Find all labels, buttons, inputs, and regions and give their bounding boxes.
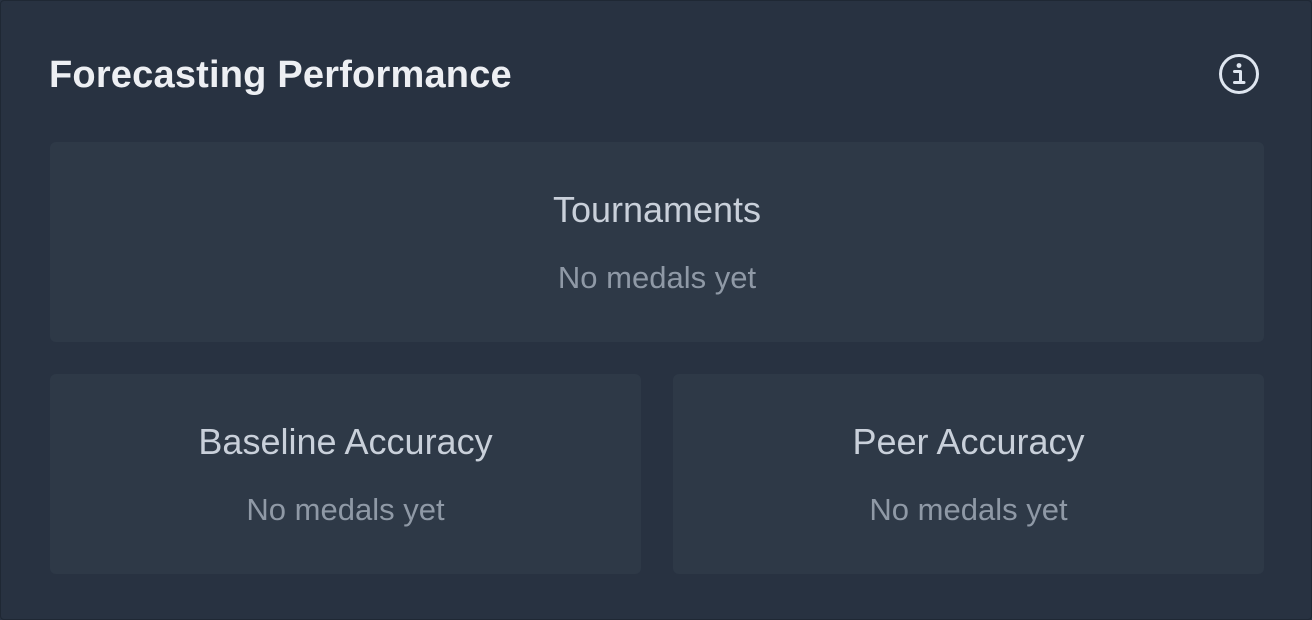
info-button[interactable]	[1217, 52, 1261, 96]
baseline-accuracy-medals-status: No medals yet	[246, 492, 445, 527]
forecasting-performance-panel: Forecasting Performance Tournaments No m…	[0, 0, 1312, 620]
info-circle-icon	[1219, 54, 1259, 94]
peer-accuracy-card: Peer Accuracy No medals yet	[673, 374, 1264, 574]
peer-accuracy-heading: Peer Accuracy	[852, 421, 1085, 462]
peer-accuracy-medals-status: No medals yet	[869, 492, 1068, 527]
tournaments-medals-status: No medals yet	[557, 260, 757, 295]
tournaments-card: Tournaments No medals yet	[50, 142, 1264, 342]
tournaments-heading: Tournaments	[552, 189, 762, 230]
baseline-accuracy-card: Baseline Accuracy No medals yet	[50, 374, 641, 574]
page-title: Forecasting Performance	[49, 54, 512, 96]
baseline-accuracy-heading: Baseline Accuracy	[198, 421, 493, 462]
